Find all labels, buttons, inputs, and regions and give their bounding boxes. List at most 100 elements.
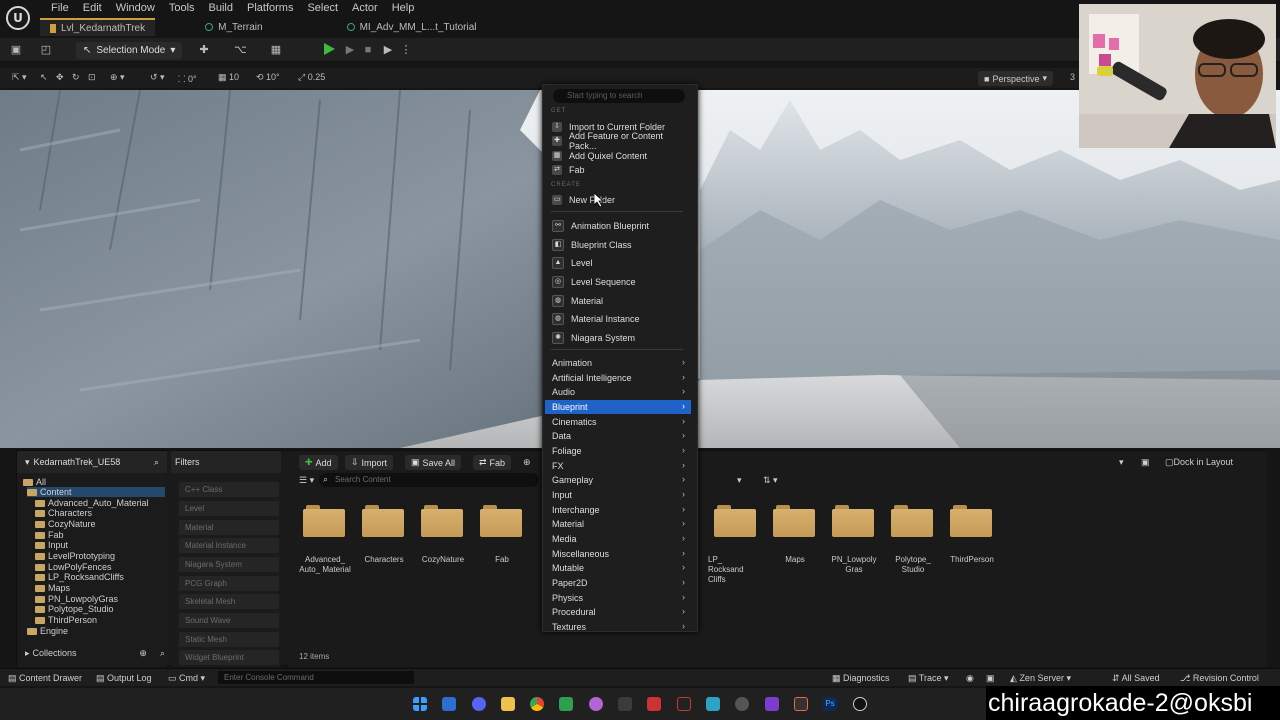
tree-item[interactable]: LevelPrototyping — [35, 551, 115, 561]
discord-icon[interactable] — [472, 697, 486, 711]
step-icon[interactable]: ▶ — [344, 44, 356, 56]
cmd-dropdown[interactable]: ▭ Cmd ▾ — [168, 673, 205, 684]
submenu-data[interactable]: Data › — [545, 429, 691, 443]
filter-item[interactable]: Skeletal Mesh — [179, 594, 279, 609]
dock-in-layout-button[interactable]: Dock in Layout — [1173, 457, 1233, 467]
output-log-button[interactable]: ▤ Output Log — [96, 673, 152, 684]
tree-item[interactable]: Polytope_Studio — [35, 604, 114, 614]
tree-item[interactable]: CozyNature — [35, 519, 96, 529]
all-saved-status[interactable]: ⇵ All Saved — [1112, 673, 1160, 684]
import-button[interactable]: ⇩ Import — [345, 455, 394, 470]
submenu-fx[interactable]: FX › — [545, 459, 691, 473]
outlook-icon[interactable] — [442, 697, 456, 711]
screenshot-icon[interactable]: ▣ — [986, 673, 995, 684]
surface-snap-icon[interactable]: ↺ ▾ — [150, 72, 165, 83]
filter-item[interactable]: Level — [179, 501, 279, 516]
folder-item[interactable] — [480, 503, 524, 537]
file-explorer-icon[interactable] — [501, 697, 515, 711]
chrome-icon[interactable] — [530, 697, 544, 711]
submenu-physics[interactable]: Physics › — [545, 591, 691, 605]
move-icon[interactable]: ✥ — [56, 72, 64, 83]
save-all-button[interactable]: ▣ Save All — [405, 455, 462, 470]
folder-item[interactable] — [714, 503, 758, 537]
menu-item-blueprint-class[interactable]: ◧ Blueprint Class — [547, 238, 693, 252]
tree-item-all[interactable]: All — [23, 477, 46, 487]
menu-search-input[interactable]: Start typing to search — [553, 89, 685, 103]
filter-item[interactable]: Material — [179, 520, 279, 535]
lock-icon[interactable]: ▣ — [1141, 457, 1150, 468]
record-icon[interactable]: ◉ — [966, 673, 974, 684]
submenu-miscellaneous[interactable]: Miscellaneous › — [545, 547, 691, 561]
rotation-snap[interactable]: ⟲ 10° — [256, 72, 280, 83]
more-options-icon[interactable]: ⋮ — [400, 44, 412, 56]
world-icon[interactable]: ⊕ ▾ — [110, 72, 125, 83]
tree-item-engine[interactable]: Engine — [27, 626, 68, 636]
rotate-icon[interactable]: ↻ — [72, 72, 80, 83]
tree-item[interactable]: PN_LowpolyGras — [35, 594, 118, 604]
app-icon[interactable] — [735, 697, 749, 711]
scale-icon[interactable]: ⊡ — [88, 72, 96, 83]
tab-material[interactable]: M_Terrain — [195, 18, 272, 36]
project-header[interactable]: ▾ KedarnathTrek_UE58 ⌕ — [17, 451, 167, 473]
photoshop-icon[interactable]: Ps — [823, 697, 837, 711]
menu-tools[interactable]: Tools — [162, 2, 202, 14]
submenu-artificial-intelligence[interactable]: Artificial Intelligence › — [545, 371, 691, 385]
menu-window[interactable]: Window — [109, 2, 162, 14]
folder-item[interactable] — [773, 503, 817, 537]
transform-icon[interactable]: ⇱ ▾ — [12, 72, 27, 83]
menu-item-material[interactable]: ◍ Material — [547, 294, 693, 308]
menu-item-level[interactable]: ▲ Level — [547, 256, 693, 270]
selection-mode-dropdown[interactable]: ↖ Selection Mode ▾ — [76, 42, 183, 59]
submenu-cinematics[interactable]: Cinematics › — [545, 415, 691, 429]
tree-item[interactable]: LP_RocksandCliffs — [35, 572, 124, 582]
dock-icon[interactable]: ▢ — [1165, 457, 1174, 468]
app-icon[interactable] — [706, 697, 720, 711]
tab-material-instance[interactable]: MI_Adv_MM_L...t_Tutorial — [337, 18, 487, 36]
menu-item-niagara-system[interactable]: ✺ Niagara System — [547, 331, 693, 345]
filter-icon[interactable]: ☰ ▾ — [299, 475, 314, 486]
source-control-icon[interactable]: ◰ — [40, 44, 52, 56]
fab-button[interactable]: ⇄ Fab — [473, 455, 512, 470]
search-dropdown-icon[interactable]: ▾ — [737, 475, 742, 486]
trace-dropdown[interactable]: ▤ Trace ▾ — [908, 673, 949, 684]
menu-item-add-feature[interactable]: ✚ Add Feature or Content Pack... — [547, 131, 693, 151]
play-button[interactable] — [324, 43, 335, 55]
menu-actor[interactable]: Actor — [345, 2, 385, 14]
submenu-textures[interactable]: Textures › — [545, 620, 691, 631]
add-button[interactable]: ✚ Add — [299, 455, 338, 470]
tree-item[interactable]: Input — [35, 540, 68, 550]
scale-snap[interactable]: ⤢ 0.25 — [298, 72, 325, 83]
tree-item[interactable]: Characters — [35, 508, 92, 518]
filter-item[interactable]: PCG Graph — [179, 576, 279, 591]
sort-icon[interactable]: ⇅ ▾ — [763, 475, 778, 486]
unreal-engine-icon[interactable] — [853, 697, 867, 711]
launch-icon[interactable]: ▶ — [382, 44, 394, 56]
save-icon[interactable]: ▣ — [10, 44, 22, 56]
filter-item[interactable]: Static Mesh — [179, 632, 279, 647]
grid-size[interactable]: ▦ 10 — [218, 72, 239, 83]
visual-studio-icon[interactable] — [765, 697, 779, 711]
menu-item-level-sequence[interactable]: ◎ Level Sequence — [547, 275, 693, 289]
menu-item-new-folder[interactable]: ▭ New Folder — [547, 193, 693, 207]
zen-server-dropdown[interactable]: ◭ Zen Server ▾ — [1010, 673, 1071, 684]
tree-item-content[interactable]: Content — [27, 487, 165, 497]
windows-start-icon[interactable] — [413, 697, 427, 711]
menu-item-material-instance[interactable]: ◍ Material Instance — [547, 312, 693, 326]
folder-item[interactable] — [303, 503, 347, 537]
submenu-mutable[interactable]: Mutable › — [545, 561, 691, 575]
history-icon[interactable]: ⊕ — [523, 457, 531, 468]
folder-item[interactable] — [362, 503, 406, 537]
acrobat-icon[interactable] — [677, 697, 691, 711]
cinematics-icon[interactable]: ▦ — [270, 44, 282, 56]
submenu-input[interactable]: Input › — [545, 488, 691, 502]
folder-item[interactable] — [950, 503, 994, 537]
app-icon[interactable] — [794, 697, 808, 711]
menu-file[interactable]: File — [44, 2, 76, 14]
notepad-icon[interactable] — [559, 697, 573, 711]
folder-item[interactable] — [832, 503, 876, 537]
tree-item[interactable]: ThirdPerson — [35, 615, 97, 625]
filter-item[interactable]: C++ Class — [179, 482, 279, 497]
chevron-down-icon[interactable]: ▾ — [1119, 457, 1124, 468]
filter-item[interactable]: Sound Wave — [179, 613, 279, 628]
menu-item-fab[interactable]: ⇄ Fab — [547, 163, 693, 177]
